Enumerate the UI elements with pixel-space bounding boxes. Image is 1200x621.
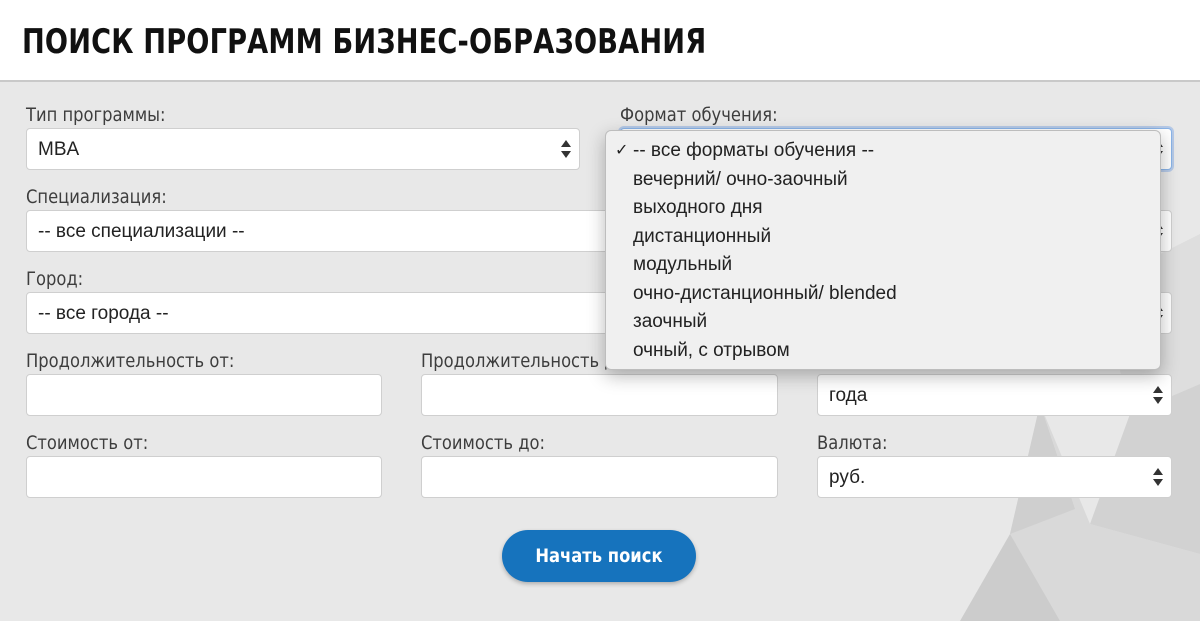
city-value: -- все города -- bbox=[38, 303, 169, 324]
select-arrows-icon bbox=[561, 140, 571, 160]
header: ПОИСК ПРОГРАММ БИЗНЕС-ОБРАЗОВАНИЯ bbox=[0, 0, 1200, 82]
duration-from-label: Продолжительность от: bbox=[26, 350, 235, 372]
select-arrows-icon bbox=[1153, 468, 1163, 488]
program-type-select[interactable]: MBA bbox=[26, 128, 580, 170]
dropdown-option[interactable]: модульный bbox=[606, 250, 1160, 278]
dropdown-option[interactable]: заочный bbox=[606, 307, 1160, 335]
city-label: Город: bbox=[26, 268, 84, 290]
start-search-button[interactable]: Начать поиск bbox=[502, 530, 696, 582]
dropdown-option[interactable]: очный, с отрывом bbox=[606, 336, 1160, 364]
format-label: Формат обучения: bbox=[620, 104, 778, 126]
page-title: ПОИСК ПРОГРАММ БИЗНЕС-ОБРАЗОВАНИЯ bbox=[22, 22, 707, 62]
dropdown-option[interactable]: дистанционный bbox=[606, 222, 1160, 250]
currency-value: руб. bbox=[829, 467, 866, 488]
dropdown-option[interactable]: очно-дистанционный/ blended bbox=[606, 279, 1160, 307]
currency-select[interactable]: руб. bbox=[817, 456, 1172, 498]
cost-to-input[interactable] bbox=[421, 456, 778, 498]
duration-unit-select[interactable]: года bbox=[817, 374, 1172, 416]
cost-from-label: Стоимость от: bbox=[26, 432, 149, 454]
duration-to-input[interactable] bbox=[421, 374, 778, 416]
checkmark-icon: ✓ bbox=[615, 140, 629, 159]
format-dropdown-menu: ✓ -- все форматы обучения -- вечерний/ о… bbox=[605, 130, 1161, 370]
cost-from-input[interactable] bbox=[26, 456, 382, 498]
duration-from-input[interactable] bbox=[26, 374, 382, 416]
specialization-value: -- все специализации -- bbox=[38, 221, 245, 242]
dropdown-option[interactable]: вечерний/ очно-заочный bbox=[606, 165, 1160, 193]
select-arrows-icon bbox=[1153, 386, 1163, 406]
specialization-label: Специализация: bbox=[26, 186, 167, 208]
cost-to-label: Стоимость до: bbox=[421, 432, 546, 454]
program-type-value: MBA bbox=[38, 139, 80, 160]
dropdown-option[interactable]: ✓ -- все форматы обучения -- bbox=[606, 136, 1160, 164]
start-search-label: Начать поиск bbox=[535, 545, 663, 567]
program-type-label: Тип программы: bbox=[26, 104, 166, 126]
duration-unit-value: года bbox=[829, 385, 868, 406]
dropdown-option[interactable]: выходного дня bbox=[606, 193, 1160, 221]
currency-label: Валюта: bbox=[817, 432, 888, 454]
duration-to-label: Продолжительность до: bbox=[421, 350, 632, 372]
